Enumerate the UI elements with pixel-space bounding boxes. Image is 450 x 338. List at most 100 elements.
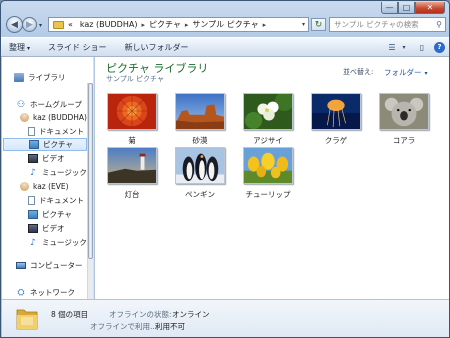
chevron-down-icon: ▾: [424, 70, 428, 77]
file-name: チューリップ: [245, 190, 291, 199]
network-icon: ⛭: [17, 287, 25, 298]
sidebar-item-label: ネットワーク: [30, 288, 75, 297]
offline-availability-value: 利用不可: [155, 322, 185, 331]
file-item-jellyfish[interactable]: クラゲ: [305, 93, 367, 146]
tulips-image: [243, 147, 293, 184]
sidebar-item-homegroup[interactable]: ⚇ ホームグループ: [16, 98, 82, 111]
sidebar-item-computer[interactable]: コンピューター: [16, 259, 83, 272]
navigation-pane: ライブラリ ⚇ ホームグループ kaz (BUDDHA) ドキュメント ピクチャ …: [2, 57, 94, 299]
file-name: ペンギン: [185, 190, 215, 199]
breadcrumb-sample-pictures[interactable]: サンプル ピクチャ: [192, 19, 258, 30]
video-icon: [28, 224, 38, 233]
sidebar-item-videos[interactable]: ビデオ: [28, 152, 65, 165]
slideshow-button[interactable]: スライド ショー: [48, 42, 107, 53]
folder-icon: [53, 20, 64, 29]
file-item-hydrangea[interactable]: アジサイ: [237, 93, 299, 146]
lighthouse-image: [107, 147, 157, 184]
breadcrumb-separator[interactable]: ▸: [263, 21, 267, 29]
search-placeholder: サンプル ピクチャの検索: [334, 20, 419, 29]
music-icon: ♪: [30, 167, 36, 178]
sort-by-dropdown[interactable]: フォルダー ▾: [384, 67, 428, 78]
views-icon[interactable]: ☰: [386, 42, 398, 53]
file-name: アジサイ: [253, 136, 283, 145]
folder-icon: [16, 309, 38, 330]
organize-button[interactable]: 整理 ▾: [9, 42, 30, 53]
video-icon: [28, 154, 38, 163]
library-subtitle[interactable]: サンプル ピクチャ: [106, 74, 164, 84]
search-icon[interactable]: ⚲: [436, 20, 442, 29]
sidebar-item-label: ミュージック: [42, 168, 87, 177]
file-name: 灯台: [124, 190, 140, 199]
document-icon: [28, 196, 35, 205]
sidebar-item-library[interactable]: ライブラリ: [14, 71, 66, 84]
forward-arrow-icon: ▶: [26, 19, 33, 30]
pictures-icon: [29, 140, 39, 149]
sidebar-item-documents[interactable]: ドキュメント: [28, 194, 84, 207]
sidebar-item-user-eve[interactable]: kaz (EVE): [20, 180, 69, 193]
sidebar-item-label: kaz (EVE): [33, 182, 69, 191]
sidebar-item-pictures[interactable]: ピクチャ: [3, 138, 87, 151]
hydrangea-image: [243, 93, 293, 130]
back-arrow-icon: ◀: [11, 19, 18, 30]
explorer-window: — □ ✕ ◀ ▶ ▾ « kaz (BUDDHA) ▸ ピクチャ ▸ サンプル…: [0, 0, 450, 338]
new-folder-button[interactable]: 新しいフォルダー: [125, 42, 189, 53]
computer-icon: [16, 262, 26, 269]
sidebar-item-label: ビデオ: [42, 224, 65, 233]
sort-by-label: 並べ替え:: [343, 68, 374, 76]
sidebar-item-documents[interactable]: ドキュメント: [28, 125, 84, 138]
sidebar-item-label: kaz (BUDDHA): [33, 113, 87, 122]
address-bar[interactable]: « kaz (BUDDHA) ▸ ピクチャ ▸ サンプル ピクチャ ▸ ▾: [48, 17, 309, 32]
sidebar-item-label: ビデオ: [42, 154, 65, 163]
sidebar-item-music[interactable]: ♪ ミュージック: [28, 166, 87, 179]
pictures-icon: [28, 210, 38, 219]
file-item-penguins[interactable]: ペンギン: [169, 147, 231, 200]
forward-button[interactable]: ▶: [22, 17, 37, 32]
address-overflow[interactable]: «: [68, 20, 73, 29]
file-item-lighthouse[interactable]: 灯台: [101, 147, 163, 200]
file-item-tulips[interactable]: チューリップ: [237, 147, 299, 200]
chevron-down-icon: ▾: [27, 44, 31, 52]
offline-availability-label: オフラインで利用...: [90, 322, 158, 331]
navigation-bar: ◀ ▶ ▾ « kaz (BUDDHA) ▸ ピクチャ ▸ サンプル ピクチャ …: [1, 13, 449, 35]
sidebar-item-label: ピクチャ: [42, 210, 72, 219]
chrysanthemum-image: [107, 93, 157, 130]
back-button[interactable]: ◀: [6, 16, 23, 33]
sidebar-item-music[interactable]: ♪ ミュージック: [28, 236, 87, 249]
search-input[interactable]: サンプル ピクチャの検索 ⚲: [329, 17, 446, 32]
breadcrumb-separator[interactable]: ▸: [141, 21, 145, 29]
sidebar-item-videos[interactable]: ビデオ: [28, 222, 65, 235]
breadcrumb-user[interactable]: kaz (BUDDHA): [80, 20, 138, 29]
sidebar-item-user-buddha[interactable]: kaz (BUDDHA): [20, 111, 87, 124]
sidebar-scrollbar[interactable]: [87, 83, 93, 299]
address-dropdown-icon[interactable]: ▾: [302, 21, 305, 28]
file-name: 砂漠: [192, 136, 208, 145]
breadcrumb-pictures[interactable]: ピクチャ: [149, 19, 181, 30]
file-name: 菊: [128, 136, 136, 145]
file-item-desert[interactable]: 砂漠: [169, 93, 231, 146]
sidebar-item-pictures[interactable]: ピクチャ: [28, 208, 72, 221]
refresh-button[interactable]: ↻: [311, 18, 326, 31]
breadcrumb-separator[interactable]: ▸: [185, 21, 189, 29]
organize-label: 整理: [9, 42, 25, 52]
user-icon: [20, 182, 29, 191]
sidebar-item-network[interactable]: ⛭ ネットワーク: [16, 286, 75, 299]
document-icon: [28, 127, 35, 136]
penguins-image: [175, 147, 225, 184]
help-icon[interactable]: ?: [434, 41, 445, 53]
item-count: 8 個の項目: [51, 310, 89, 319]
recent-pages-dropdown[interactable]: ▾: [39, 22, 42, 29]
sidebar-item-label: ミュージック: [42, 238, 87, 247]
refresh-icon: ↻: [314, 19, 323, 30]
sidebar-item-label: ライブラリ: [28, 73, 66, 82]
sidebar-item-label: ホームグループ: [30, 100, 82, 109]
file-item-koala[interactable]: コアラ: [373, 93, 435, 146]
details-pane: 8 個の項目 オフラインの状態: オンライン オフラインで利用... 利用不可: [2, 299, 449, 337]
library-icon: [14, 73, 24, 82]
file-item-chrysanthemum[interactable]: 菊: [101, 93, 163, 146]
preview-pane-icon[interactable]: ▯: [416, 42, 428, 53]
sidebar-item-label: ピクチャ: [43, 140, 73, 149]
views-dropdown-icon[interactable]: ▾: [398, 42, 410, 53]
scrollbar-thumb[interactable]: [88, 83, 93, 259]
jellyfish-image: [311, 93, 361, 130]
homegroup-icon: ⚇: [16, 99, 26, 110]
